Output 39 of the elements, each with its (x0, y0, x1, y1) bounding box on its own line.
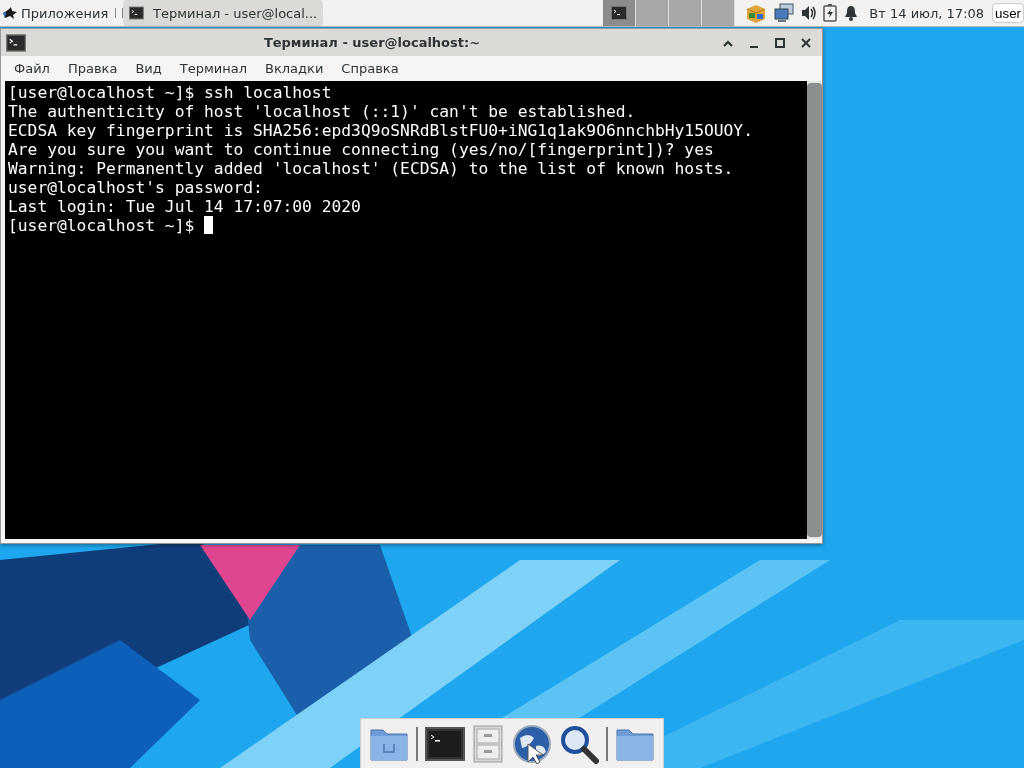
foot-icon (2, 6, 18, 20)
menu-item[interactable]: Справка (332, 57, 408, 80)
terminal-line: [user@localhost ~]$ ssh localhost (8, 83, 333, 102)
clock[interactable]: Вт 14 июл, 17:08 (869, 5, 985, 21)
globe-icon[interactable] (511, 723, 552, 764)
terminal-icon (611, 5, 628, 21)
menu-item[interactable]: Правка (58, 57, 127, 80)
workspace-switcher[interactable] (702, 0, 736, 26)
menu-item[interactable]: Файл (5, 57, 59, 80)
workspace-switcher[interactable] (669, 0, 703, 26)
chevron-up-icon[interactable] (722, 38, 734, 47)
package-icon[interactable] (745, 2, 768, 24)
window-title: Терминал - user@localhost:~ (262, 35, 482, 50)
menu-item[interactable]: Вид (126, 57, 171, 80)
terminal-line: Warning: Permanently added 'localhost' (ECDSA) to the list of known hosts. (8, 159, 735, 178)
search-icon[interactable] (558, 723, 599, 764)
volume-icon[interactable] (801, 5, 818, 21)
workspace-switcher[interactable] (603, 0, 637, 26)
workspace-switcher[interactable] (636, 0, 670, 26)
taskbar-button[interactable]: Терминал - user@local... (123, 0, 324, 26)
terminal-icon (6, 32, 26, 53)
network-icon[interactable] (773, 3, 796, 23)
bell-icon[interactable] (843, 5, 860, 21)
user-menu[interactable]: user (992, 3, 1024, 23)
title-bar[interactable]: Терминал - user@localhost:~ (1, 29, 822, 56)
menu-item[interactable]: Терминал (170, 57, 256, 80)
terminal-icon (129, 5, 144, 21)
terminal-line: ECDSA key fingerprint is SHA256:epd3Q9oSNRdBlstFU0+iNG1q1ak9O6nnchbHy15OUOY. (8, 121, 754, 140)
applications-menu[interactable]: Приложения (0, 0, 113, 27)
terminal-line: user@localhost's password: (8, 178, 264, 197)
terminal-line: [user@localhost ~]$ (8, 216, 804, 235)
maximize-icon[interactable] (774, 36, 786, 49)
menu-item[interactable]: Вкладки (256, 57, 333, 80)
terminal-line: Are you sure you want to continue connecting (yes/no/[fingerprint])? yes (8, 140, 715, 159)
terminal-line: The authenticity of host 'localhost (::1)' can't be established. (8, 102, 637, 121)
close-icon[interactable] (800, 36, 812, 49)
terminal-icon[interactable] (425, 725, 466, 762)
terminal-line: Last login: Tue Jul 14 17:07:00 2020 (8, 197, 362, 216)
battery-icon[interactable] (823, 4, 838, 22)
